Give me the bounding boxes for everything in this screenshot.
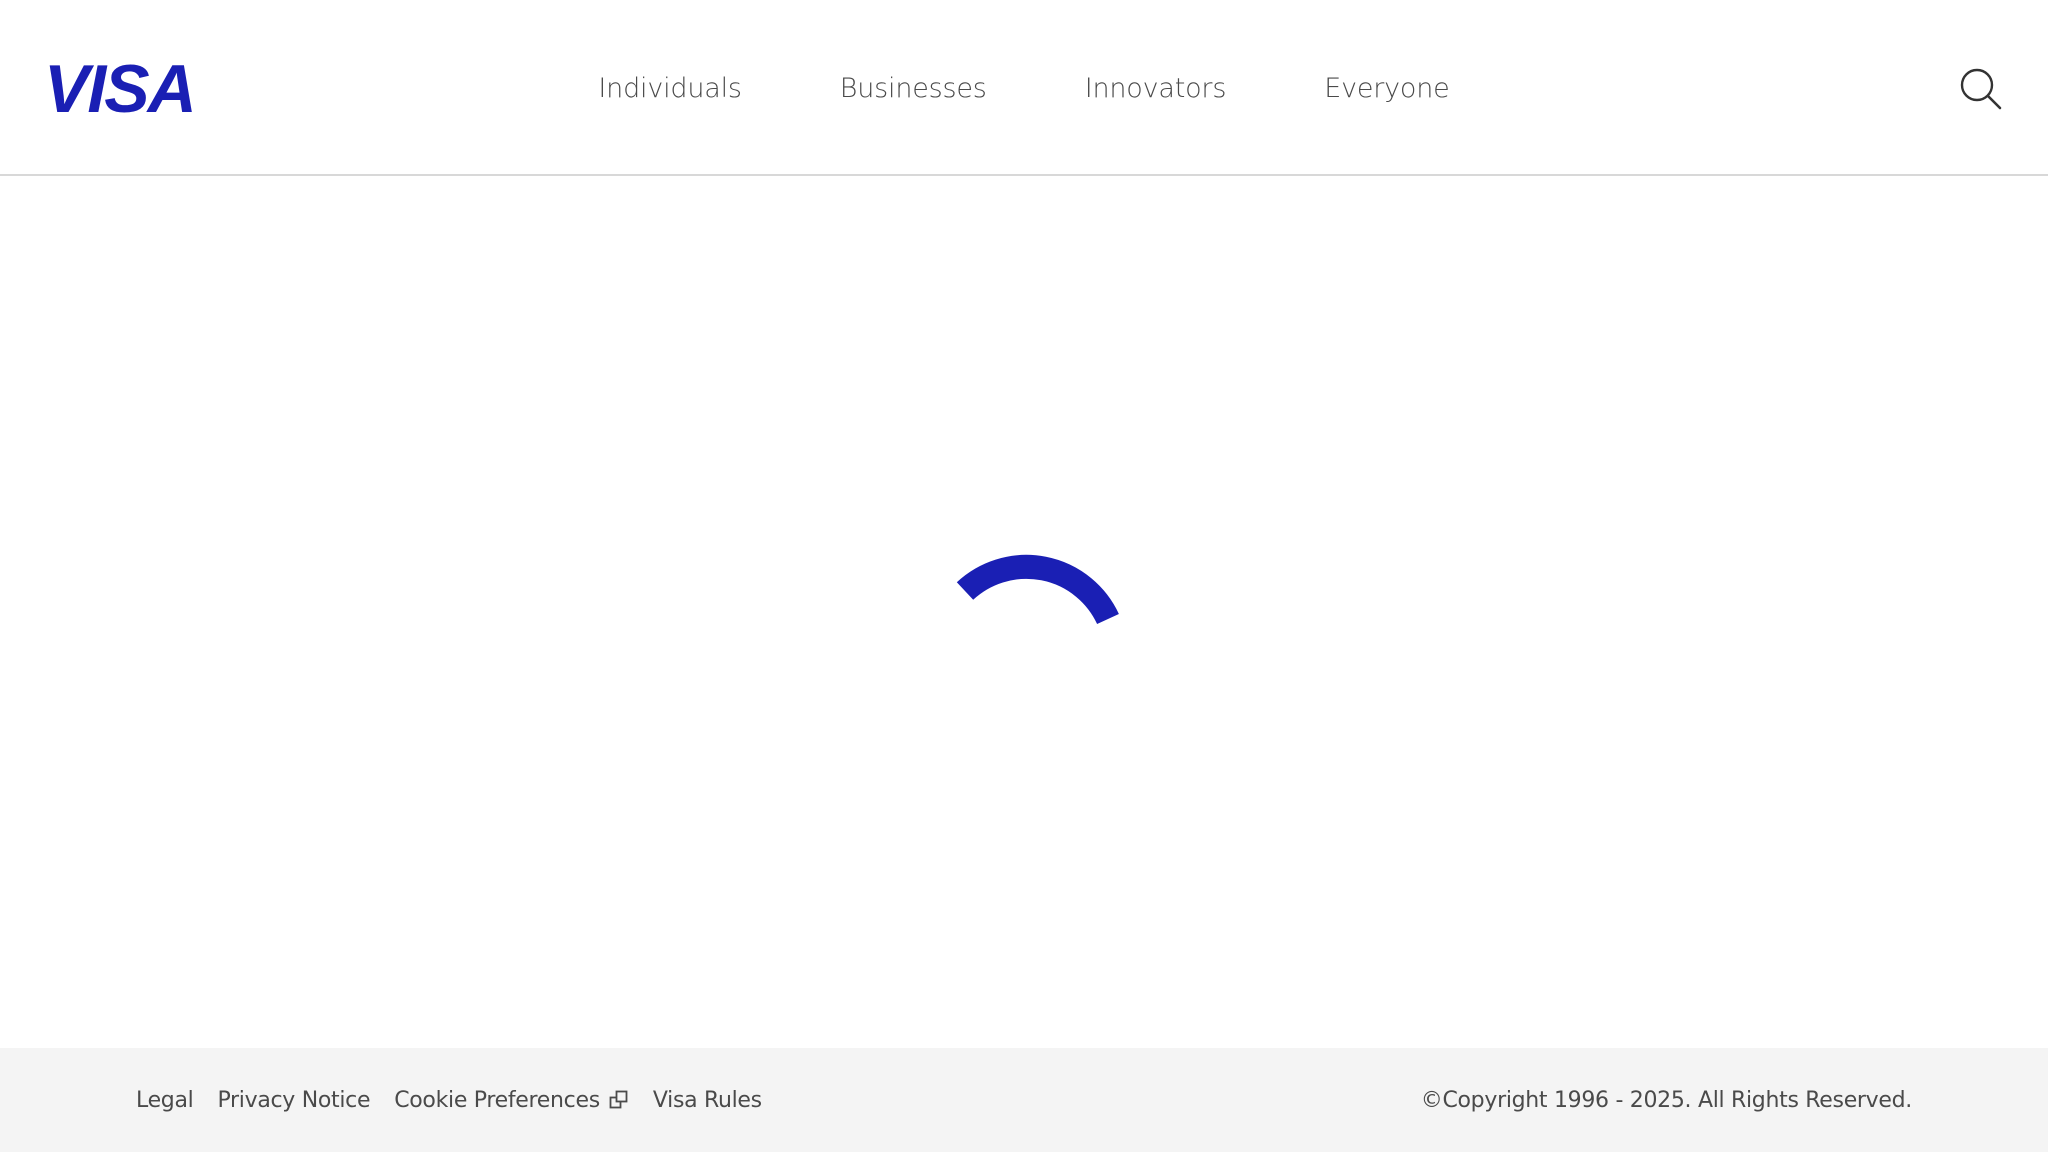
copyright-text: ©Copyright 1996 - 2025. All Rights Reser… (1420, 1087, 1913, 1113)
loading-spinner-icon (956, 554, 1119, 625)
nav-item-innovators[interactable]: Innovators (1085, 73, 1227, 104)
footer-link-label: Cookie Preferences (394, 1087, 600, 1113)
site-header: VISA Individuals Businesses Innovators E… (0, 0, 2048, 176)
nav-item-businesses[interactable]: Businesses (840, 73, 987, 104)
nav-item-everyone[interactable]: Everyone (1324, 73, 1450, 104)
nav-item-individuals[interactable]: Individuals (598, 73, 742, 104)
search-icon (1960, 68, 2002, 110)
visa-logo-icon: VISA (44, 51, 197, 127)
external-link-icon (609, 1090, 628, 1109)
svg-text:VISA: VISA (44, 54, 195, 118)
footer-link-privacy-notice[interactable]: Privacy Notice (217, 1088, 370, 1113)
footer-link-label: Legal (136, 1087, 194, 1113)
site-footer: Legal Privacy Notice Cookie Preferences … (0, 1048, 2048, 1152)
footer-link-cookie-preferences[interactable]: Cookie Preferences (394, 1088, 629, 1113)
main-nav: Individuals Businesses Innovators Everyo… (0, 0, 2048, 176)
loading-spinner (930, 538, 1120, 728)
search-button[interactable] (1958, 66, 2004, 112)
footer-links: Legal Privacy Notice Cookie Preferences … (136, 1048, 786, 1152)
footer-link-visa-rules[interactable]: Visa Rules (653, 1088, 762, 1113)
visa-logo[interactable]: VISA (44, 51, 214, 127)
footer-link-label: Privacy Notice (217, 1087, 371, 1113)
footer-link-label: Visa Rules (652, 1087, 762, 1113)
footer-link-legal[interactable]: Legal (136, 1087, 194, 1113)
